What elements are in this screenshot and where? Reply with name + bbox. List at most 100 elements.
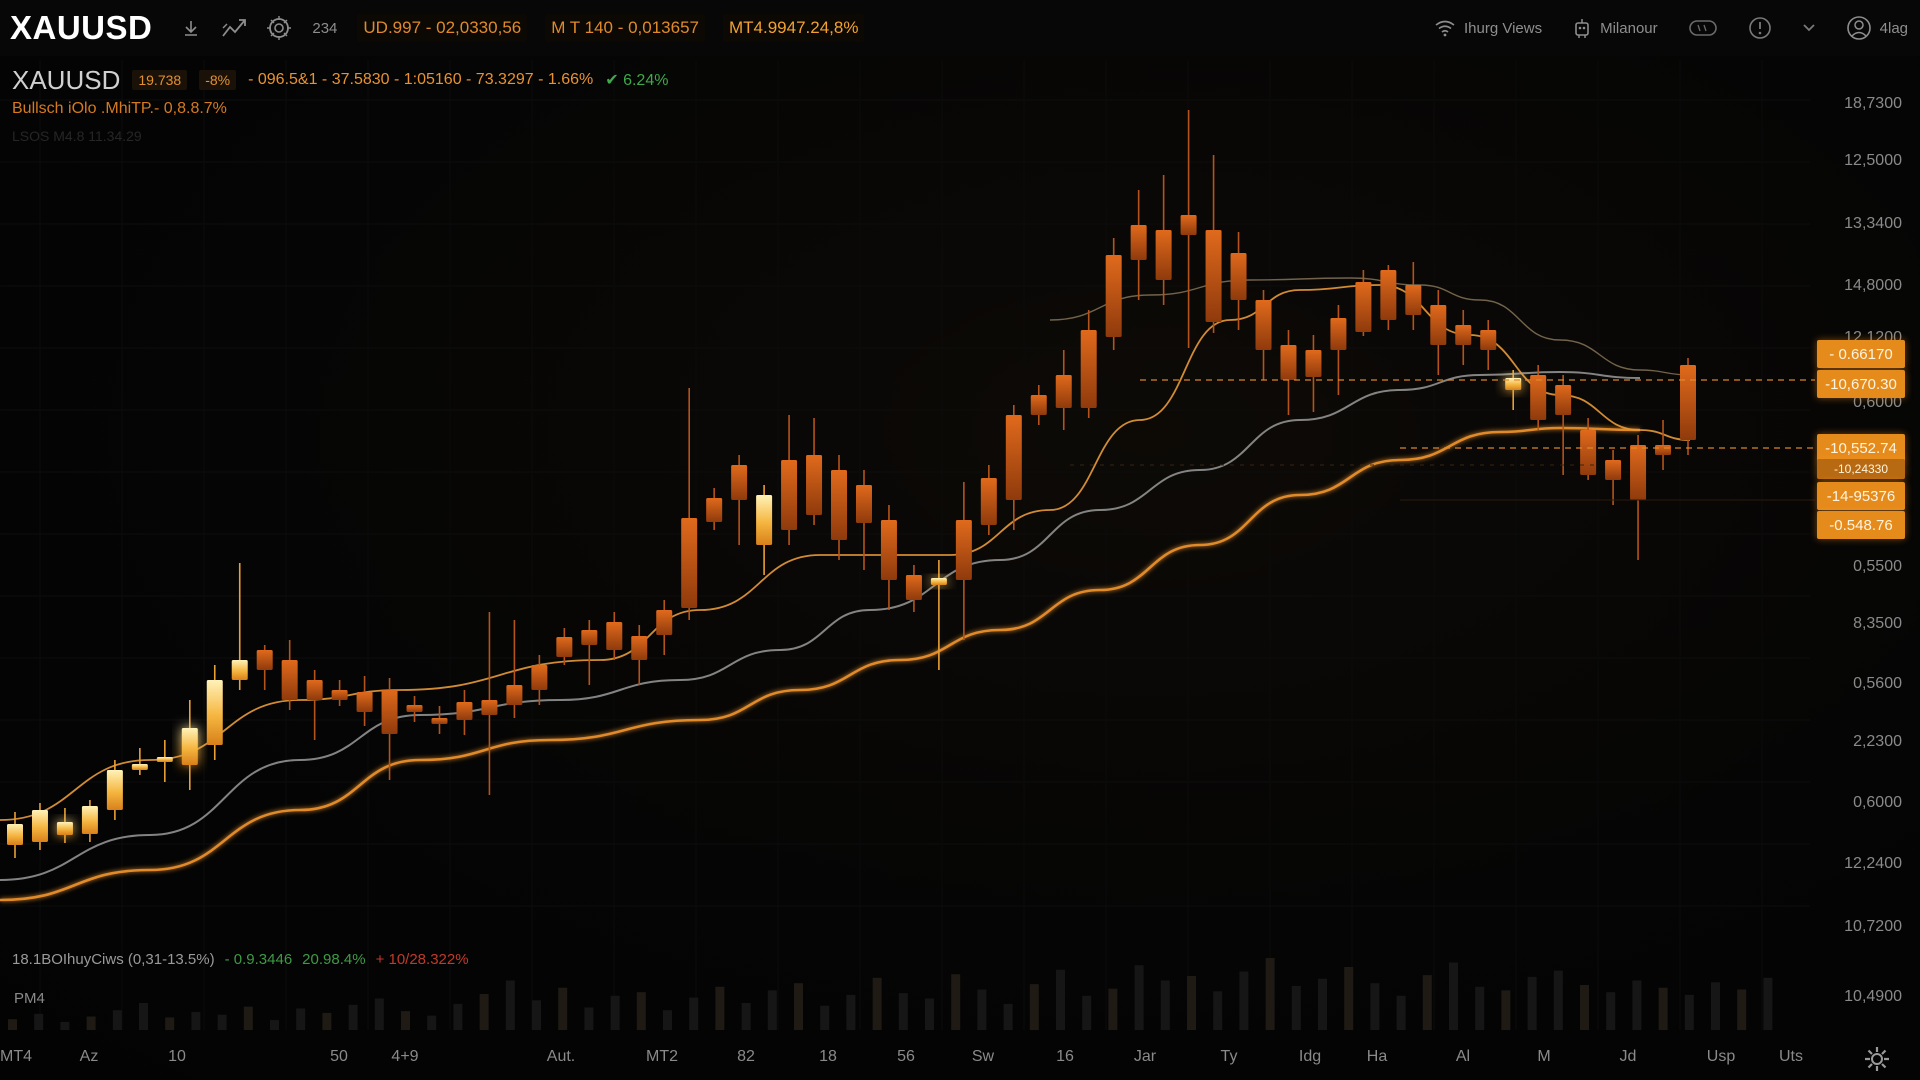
time-axis-label: MT2 [646,1048,678,1065]
candle [556,628,573,665]
candle-body [1230,253,1247,300]
candle-body [1530,375,1547,420]
volume-bar [112,1010,122,1030]
candle-body [731,465,748,500]
time-axis-label: M [1537,1048,1551,1065]
candle-body [81,806,98,834]
volume-bar [348,1004,358,1030]
volume-bar [139,1003,148,1030]
time-axis[interactable]: MT4 Az 10 50 4+9 Aut. MT2 82 18 56 Sw 16 Jar Ty Idg Ha A… [0,1040,1920,1080]
volume-bar [322,1012,332,1030]
candle [331,680,348,706]
volume-bar [8,1019,17,1030]
candle [831,455,848,560]
trading-app: XAUUSD 234 UD.997 - 02,0330,56 M T 140 -… [0,0,1920,1080]
candle [1405,262,1422,330]
time-axis-label: Ha [1366,1048,1388,1065]
candle-body [656,610,673,635]
candle [1005,405,1022,530]
volume-bar [453,1003,463,1030]
toolbar-metric-1[interactable]: UD.997 - 02,0330,56 [357,14,528,42]
views-label: Ihurg Views [1464,19,1543,37]
indicators-icon[interactable] [218,11,252,45]
candle-body [1330,318,1347,350]
candle [681,388,698,620]
wifi-icon [1435,20,1455,37]
candle [206,665,223,760]
time-axis-label: Al [1455,1048,1471,1065]
volume-bar [558,987,568,1030]
price-scale-label: 14,8000 [1844,277,1902,294]
toolbar-metric-3[interactable]: MT4.9947.24,8% [723,14,865,42]
candle [31,803,48,850]
volume-bar [1449,962,1458,1030]
time-axis-label: Jd [1619,1048,1637,1065]
volume-bar [505,980,515,1030]
candle [731,455,748,545]
candle [56,808,73,843]
candle [1105,238,1122,350]
candle-body [156,757,173,762]
candle [406,696,423,722]
account-menu-button[interactable]: Milanour [1572,17,1658,39]
symbol-title[interactable]: XAUUSD [10,9,152,47]
price-scale[interactable]: 18,7300 12,5000 13,3400 14,8000 12,1200 0,600… [1815,70,1920,1030]
candle-body [131,764,148,770]
volume-bar [296,1008,306,1030]
grid-lines [0,60,1810,1030]
volume-bars [8,958,1773,1030]
volume-bar [1632,980,1642,1030]
volume-bar [479,994,489,1030]
candle-body [106,770,123,810]
price-tag: -10,552.74 [1817,434,1905,462]
views-button[interactable]: Ihurg Views [1434,19,1542,37]
candle-body [506,685,523,705]
profile-button[interactable]: 4lag [1846,15,1908,41]
volume-bar [1580,985,1589,1030]
chart-settings-button[interactable] [1860,1042,1894,1076]
candle-body [581,630,598,645]
settings-gear-icon[interactable] [262,11,296,45]
candle-body [606,622,623,650]
candle-body [1055,375,1072,408]
candle-body [1130,225,1147,260]
volume-bar [86,1016,96,1030]
volume-legend[interactable]: 18.1BOIhuyCiws (0,31-13.5%) - 0.9.3446 2… [12,951,469,968]
indicator-legend[interactable]: Bullsch iOlo .MhiTP.- 0,8.8.7% [12,100,668,118]
volume-bar [1318,978,1327,1030]
candle-body [1205,230,1222,322]
candle-body [1605,460,1622,480]
dropdown-button[interactable] [1802,23,1816,33]
volume-bar [663,1010,672,1030]
price-scale-label: 12,2400 [1844,855,1902,872]
candle [1680,358,1696,455]
candle-body [1080,330,1097,408]
price-chart[interactable] [0,0,1920,1040]
candle-body [855,485,872,523]
volume-bar [1187,976,1196,1030]
volume-bar [584,1007,594,1030]
info-button[interactable] [1748,16,1772,40]
volume-bar [165,1017,175,1030]
candle [806,418,823,525]
candle [1030,385,1047,425]
volume-value-1: - 0.9.3446 [224,951,293,968]
time-axis-label: 4+9 [391,1048,419,1065]
volume-bar [243,1006,253,1030]
price-tag: - 0.66170 [1817,340,1905,368]
legend-symbol[interactable]: XAUUSD [12,65,120,96]
download-icon[interactable] [174,11,208,45]
volume-bar [1029,984,1039,1030]
chat-button[interactable] [1688,18,1718,38]
time-axis-label: 56 [897,1048,915,1065]
candle-body [1030,395,1047,415]
candle [1605,450,1622,505]
candle-body [431,718,448,724]
candle [256,645,273,690]
candle [1130,190,1147,300]
candle-body [1555,385,1572,415]
volume-bar [1291,985,1301,1030]
candle [231,563,248,690]
toolbar-metric-2[interactable]: M T 140 - 0,013657 [545,14,705,42]
volume-bar [1553,970,1563,1030]
